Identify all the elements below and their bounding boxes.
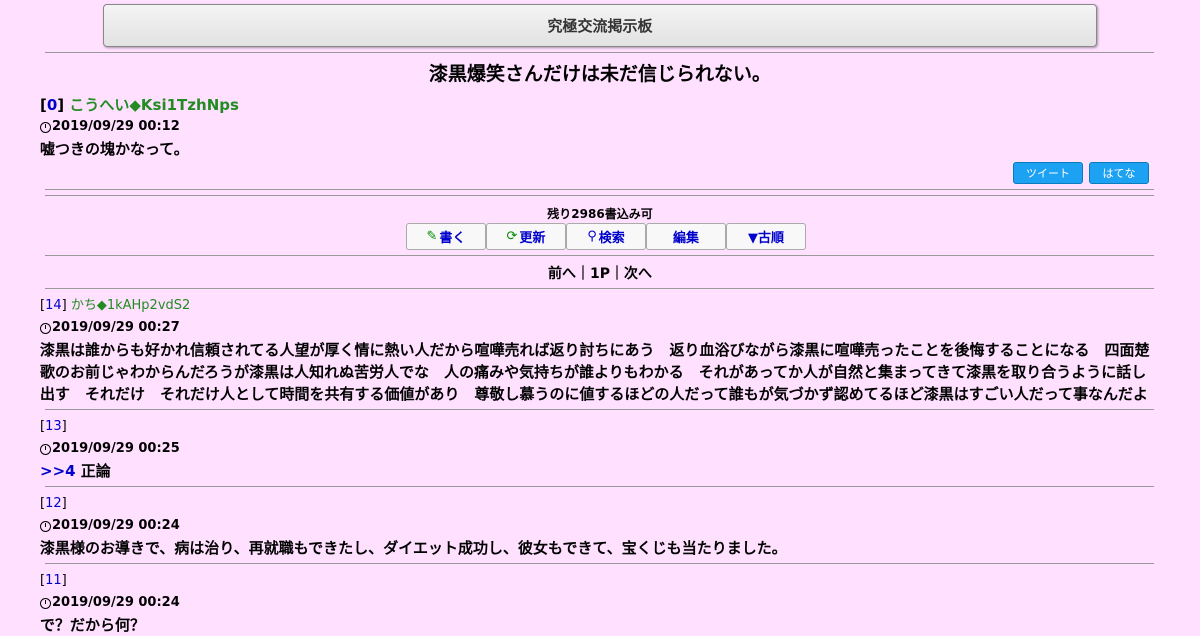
post-date-text: 2019/09/29 00:25 — [52, 441, 180, 456]
tweet-button[interactable]: ツイート — [1013, 162, 1083, 184]
post-date: 2019/09/29 00:12 — [40, 118, 1154, 136]
post-number: [12] — [40, 496, 67, 511]
pager-separator: ｜ — [610, 266, 624, 282]
post-number: [13] — [40, 419, 67, 434]
list-item: [12] 2019/09/29 00:24 漆黒様のお導きで、病は治り、再就職も… — [40, 495, 1154, 559]
clock-icon — [40, 443, 51, 455]
post-number-link[interactable]: 13 — [45, 419, 62, 434]
op-post: [0] こうへい◆Ksi1TzhNps 2019/09/29 00:12 嘘つき… — [40, 96, 1154, 160]
list-item: [13] 2019/09/29 00:25 >>4 正論 — [40, 418, 1154, 482]
post-date: 2019/09/29 00:27 — [40, 319, 1154, 337]
sort-button-label: ▼古順 — [748, 231, 784, 246]
refresh-icon: ⟳ — [506, 229, 518, 244]
post-header: [0] こうへい◆Ksi1TzhNps — [40, 96, 1154, 114]
post-body: 嘘つきの塊かなって。 — [40, 140, 189, 158]
post-number-link[interactable]: 14 — [45, 298, 62, 313]
post-number: [11] — [40, 573, 67, 588]
hatena-button[interactable]: はてな — [1089, 162, 1149, 184]
post-number[interactable]: [0] — [40, 96, 64, 114]
list-item: [14] かち◆1kAHp2vdS2 2019/09/29 00:27 漆黒は誰… — [40, 297, 1154, 405]
post-body-text: 正論 — [75, 462, 111, 480]
clock-icon — [40, 121, 51, 133]
post-date-text: 2019/09/29 00:12 — [52, 119, 180, 134]
poster-name: かち◆1kAHp2vdS2 — [70, 298, 191, 313]
write-button-label: 書く — [439, 231, 466, 246]
post-header: [14] かち◆1kAHp2vdS2 — [40, 297, 1154, 315]
search-icon: ⚲ — [587, 229, 597, 244]
edit-button[interactable]: 編集 — [646, 223, 726, 250]
divider — [45, 409, 1154, 410]
pager: 前へ｜1P｜次へ — [0, 263, 1200, 283]
post-date-text: 2019/09/29 00:24 — [52, 595, 180, 610]
post-body: >>4 正論 — [40, 460, 1154, 482]
post-body: 漆黒様のお導きで、病は治り、再就職もできたし、ダイエット成功し、彼女もできて、宝… — [40, 539, 787, 557]
pencil-icon: ✎ — [426, 229, 438, 244]
divider — [45, 486, 1154, 487]
post-date-text: 2019/09/29 00:27 — [52, 320, 180, 335]
post-number: [14] — [40, 298, 67, 313]
poster-name: こうへい◆Ksi1TzhNps — [69, 96, 239, 114]
write-button[interactable]: ✎ 書く — [406, 223, 486, 250]
post-header: [11] — [40, 572, 1154, 590]
post-number-link[interactable]: 12 — [45, 496, 62, 511]
post-body: 漆黒は誰からも好かれ信頼されてる人望が厚く情に熱い人だから喧嘩売れば返り討ちにあ… — [40, 341, 1150, 403]
prev-page-link[interactable]: 前へ — [548, 266, 576, 282]
remaining-count: 残り2986書込み可 — [547, 207, 653, 221]
edit-button-label: 編集 — [672, 231, 699, 246]
post-header: [13] — [40, 418, 1154, 436]
divider — [45, 288, 1154, 289]
post-date: 2019/09/29 00:24 — [40, 594, 1154, 612]
action-buttons: ✎ 書く ⟳ 更新 ⚲ 検索 編集 ▼古順 — [406, 223, 806, 250]
post-header: [12] — [40, 495, 1154, 513]
divider — [45, 563, 1154, 564]
post-number-link[interactable]: 11 — [45, 573, 62, 588]
clock-icon — [40, 520, 51, 532]
post-number-link[interactable]: 0 — [47, 96, 57, 114]
list-item: [11] 2019/09/29 00:24 で？だから何？ — [40, 572, 1154, 636]
post-date: 2019/09/29 00:25 — [40, 440, 1154, 458]
refresh-button[interactable]: ⟳ 更新 — [486, 223, 566, 250]
thread-title: 漆黒爆笑さんだけは未だ信じられない。 — [428, 63, 771, 85]
reply-anchor-link[interactable]: >>4 — [40, 462, 76, 480]
search-button[interactable]: ⚲ 検索 — [566, 223, 646, 250]
post-body: で？だから何？ — [40, 616, 146, 634]
post-date-text: 2019/09/29 00:24 — [52, 518, 180, 533]
next-page-link[interactable]: 次へ — [624, 266, 652, 282]
pager-separator: ｜ — [575, 266, 590, 282]
refresh-button-label: 更新 — [519, 231, 546, 246]
search-button-label: 検索 — [598, 231, 625, 246]
clock-icon — [40, 322, 51, 334]
divider — [45, 195, 1154, 196]
current-page-link[interactable]: 1P — [590, 266, 610, 282]
divider — [45, 52, 1154, 53]
divider — [45, 189, 1154, 190]
board-title-button[interactable]: 究極交流掲示板 — [103, 4, 1097, 47]
sort-oldest-button[interactable]: ▼古順 — [726, 223, 806, 250]
post-date: 2019/09/29 00:24 — [40, 517, 1154, 535]
divider — [45, 255, 1154, 256]
clock-icon — [40, 597, 51, 609]
